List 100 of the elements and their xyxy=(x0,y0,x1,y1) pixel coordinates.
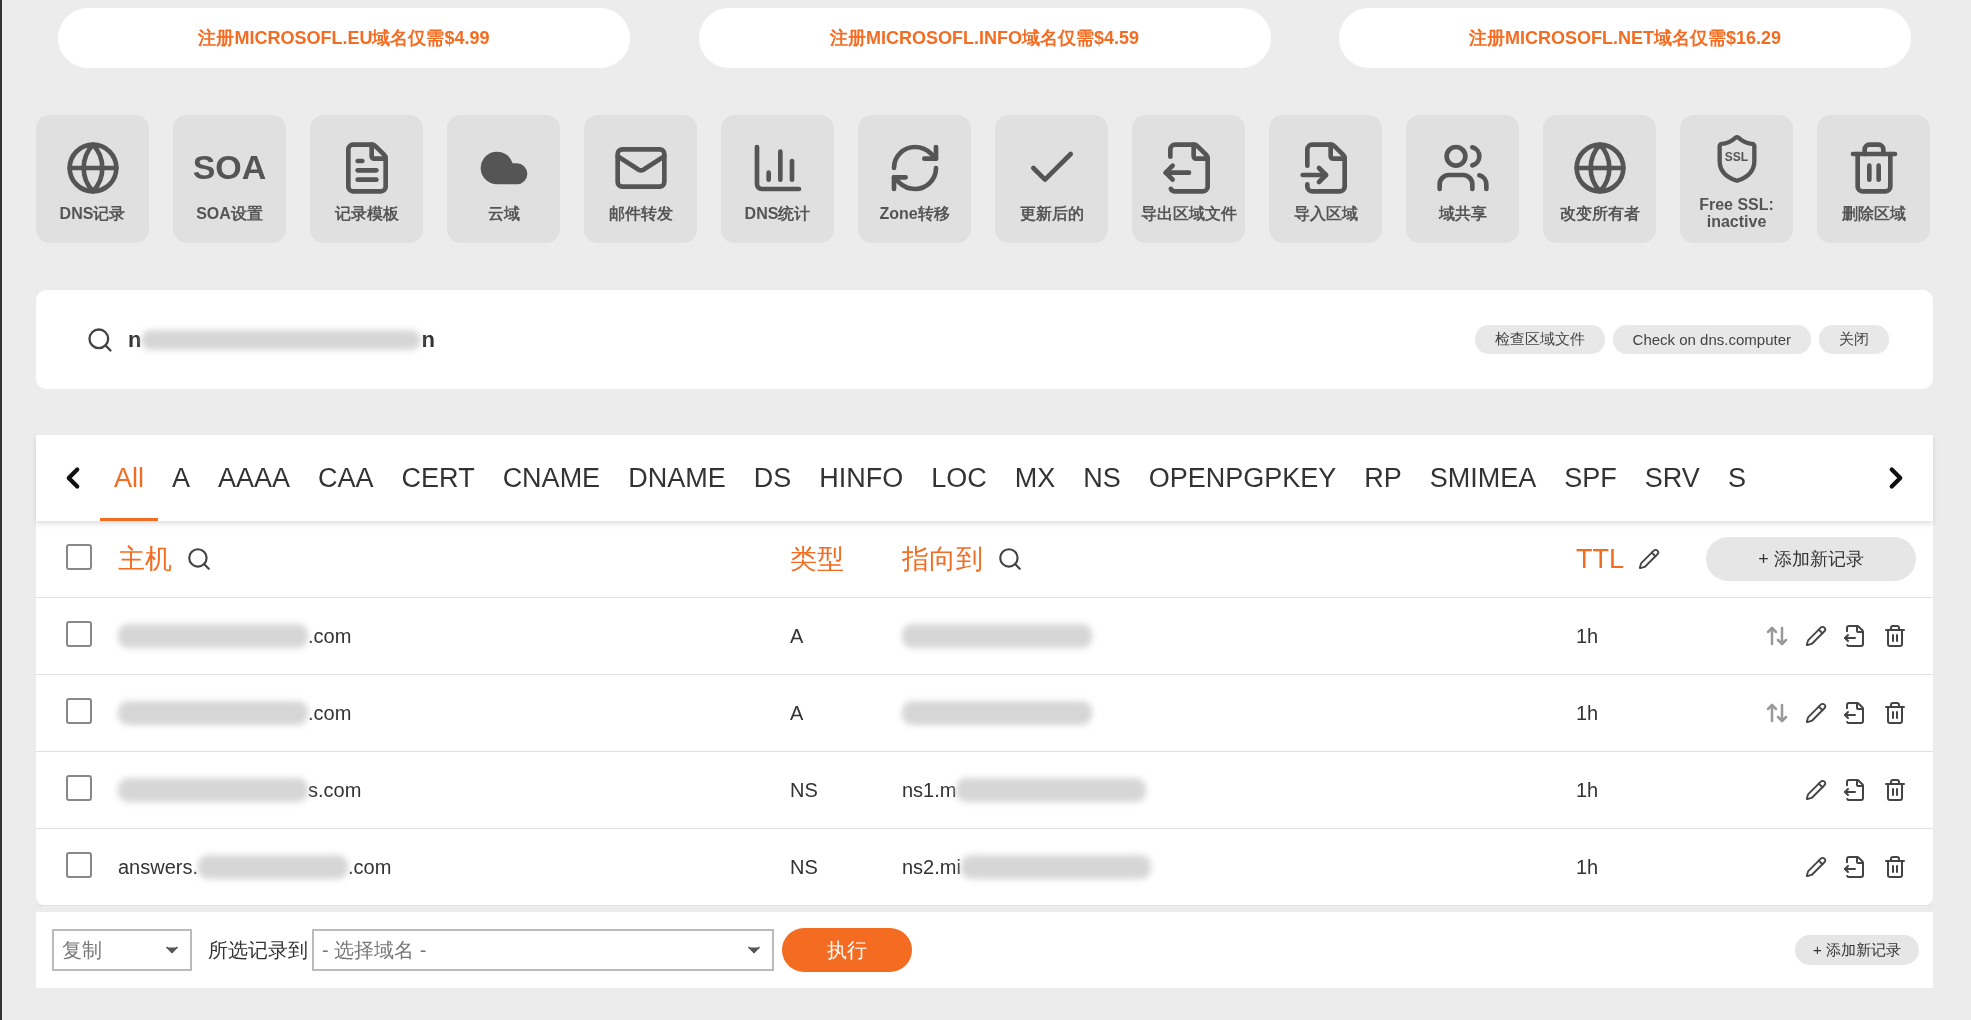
tool-label: 更新后的 xyxy=(1019,204,1084,222)
host-cell: .com xyxy=(308,624,352,648)
tool-label: SOA设置 xyxy=(196,204,263,222)
record-type-tab[interactable]: SPF xyxy=(1550,435,1631,521)
trash-icon[interactable] xyxy=(1883,778,1907,802)
row-checkbox[interactable] xyxy=(66,852,92,878)
tool-label: DNS记录 xyxy=(59,204,126,222)
action-select[interactable]: 复制 xyxy=(52,929,192,971)
host-cell: .com xyxy=(348,855,392,879)
search-value: n xyxy=(421,326,435,353)
search-icon[interactable] xyxy=(997,546,1023,572)
tool-label: 导入区域 xyxy=(1293,204,1358,222)
tool-label: 删除区域 xyxy=(1841,204,1906,222)
edit-icon[interactable] xyxy=(1805,856,1827,878)
record-type-tab[interactable]: SMIMEA xyxy=(1415,435,1551,521)
record-type-tab[interactable]: CAA xyxy=(304,435,388,521)
zone-button[interactable]: 检查区域文件 xyxy=(1474,325,1605,354)
ttl-cell-text: 1h xyxy=(1576,855,1600,879)
file-export-icon[interactable] xyxy=(1843,855,1867,879)
tool-tile[interactable]: DNS统计 xyxy=(721,115,834,243)
trash-icon[interactable] xyxy=(1883,855,1907,879)
reorder-icon[interactable] xyxy=(1765,624,1789,648)
target-cell: ns1.m xyxy=(902,778,957,802)
host-cell: .com xyxy=(308,701,352,725)
tool-tile[interactable]: 更新后的 xyxy=(995,115,1108,243)
tool-label: 导出区域文件 xyxy=(1140,204,1237,222)
record-type-tab[interactable]: SRV xyxy=(1630,435,1714,521)
record-type-tab[interactable]: OPENPGPKEY xyxy=(1134,435,1351,521)
row-checkbox[interactable] xyxy=(66,775,92,801)
record-type-tab[interactable]: LOC xyxy=(917,435,1001,521)
tool-label: 邮件转发 xyxy=(608,204,673,222)
search-value: n xyxy=(128,326,142,353)
tool-label: Zone转移 xyxy=(879,204,950,222)
zone-button[interactable]: Check on dns.computer xyxy=(1612,325,1811,354)
ttl-cell-text: 1h xyxy=(1576,624,1600,648)
zone-button[interactable]: 关闭 xyxy=(1819,325,1889,354)
tool-tile[interactable]: 域共享 xyxy=(1406,115,1519,243)
reorder-icon[interactable] xyxy=(1765,701,1789,725)
tool-label: 云域 xyxy=(487,204,520,222)
globe-icon xyxy=(1571,139,1628,196)
type-cell-text: NS xyxy=(790,778,819,802)
file-export-icon[interactable] xyxy=(1843,624,1867,648)
add-record-button[interactable]: + 添加新记录 xyxy=(1795,935,1919,965)
tool-label: DNS统计 xyxy=(744,204,811,222)
record-type-tab[interactable]: CNAME xyxy=(488,435,615,521)
file-export-icon[interactable] xyxy=(1843,701,1867,725)
tool-label: 记录模板 xyxy=(334,204,399,222)
globe-icon xyxy=(64,139,121,196)
tool-label: Free SSL: inactive xyxy=(1698,196,1775,230)
edit-icon[interactable] xyxy=(1805,779,1827,801)
search-icon[interactable] xyxy=(186,546,212,572)
bulk-action-label: 所选记录到 xyxy=(208,937,308,963)
tool-tile[interactable]: SOA SOA设置 xyxy=(173,115,286,243)
row-checkbox[interactable] xyxy=(66,698,92,724)
edit-icon[interactable] xyxy=(1805,702,1827,724)
column-header: 主机 xyxy=(118,543,172,576)
host-cell: answers. xyxy=(118,855,199,879)
tool-tile[interactable]: 邮件转发 xyxy=(584,115,697,243)
tool-tile[interactable]: 记录模板 xyxy=(310,115,423,243)
record-type-tab[interactable]: HINFO xyxy=(805,435,918,521)
record-type-tab[interactable]: CERT xyxy=(387,435,489,521)
tool-label: 改变所有者 xyxy=(1559,204,1640,222)
type-cell-text: A xyxy=(790,701,805,725)
select-all-checkbox[interactable] xyxy=(66,544,92,570)
domain-select[interactable]: - 选择域名 - xyxy=(312,929,774,971)
column-header: 指向到 xyxy=(902,543,983,576)
record-type-tab[interactable]: DNAME xyxy=(614,435,740,521)
tool-tile[interactable]: 导入区域 xyxy=(1269,115,1382,243)
edit-icon[interactable] xyxy=(1805,625,1827,647)
record-type-tab[interactable]: S xyxy=(1713,435,1760,521)
tool-tile[interactable]: SSL Free SSL: inactive xyxy=(1680,115,1793,243)
trash-icon[interactable] xyxy=(1883,624,1907,648)
target-cell: ns2.mi xyxy=(902,855,961,879)
tool-tile[interactable]: 改变所有者 xyxy=(1543,115,1656,243)
soa-icon: SOA xyxy=(192,148,267,187)
tool-tile[interactable]: DNS记录 xyxy=(36,115,149,243)
record-type-tab[interactable]: AAAA xyxy=(204,435,305,521)
record-type-tab[interactable]: RP xyxy=(1350,435,1416,521)
search-icon xyxy=(86,325,114,354)
record-type-tab[interactable]: MX xyxy=(1000,435,1070,521)
column-header: 类型 xyxy=(790,543,844,576)
record-type-tab[interactable]: DS xyxy=(739,435,806,521)
add-record-button[interactable]: + 添加新记录 xyxy=(1706,537,1916,581)
ttl-cell-text: 1h xyxy=(1576,778,1600,802)
ttl-cell-text: 1h xyxy=(1576,701,1600,725)
edit-icon[interactable] xyxy=(1638,548,1660,570)
column-header: TTL xyxy=(1576,543,1624,575)
tool-tile[interactable]: Zone转移 xyxy=(858,115,971,243)
tool-label: 域共享 xyxy=(1438,204,1487,222)
file-export-icon[interactable] xyxy=(1843,778,1867,802)
row-checkbox[interactable] xyxy=(66,621,92,647)
tool-tile[interactable]: 云域 xyxy=(447,115,560,243)
type-cell-text: NS xyxy=(790,855,819,879)
tool-tile[interactable]: 导出区域文件 xyxy=(1132,115,1245,243)
record-type-tab[interactable]: NS xyxy=(1069,435,1135,521)
host-cell: s.com xyxy=(308,778,362,802)
record-type-tab[interactable]: A xyxy=(158,435,205,521)
type-cell-text: A xyxy=(790,624,805,648)
trash-icon[interactable] xyxy=(1883,701,1907,725)
tool-tile[interactable]: 删除区域 xyxy=(1817,115,1930,243)
